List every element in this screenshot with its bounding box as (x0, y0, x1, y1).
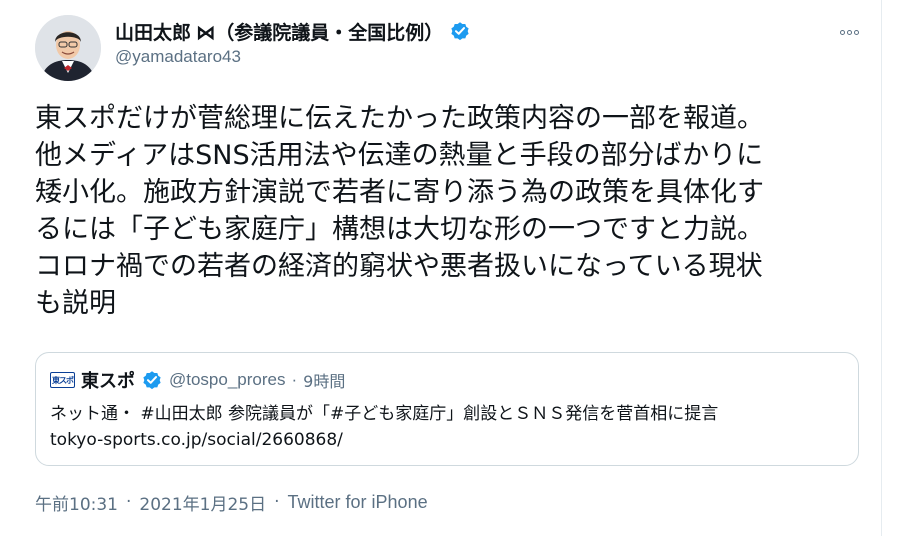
tweet-text-line: も説明 (35, 288, 116, 319)
tweet-date[interactable]: 2021年1月25日 (139, 490, 266, 515)
tweet-text-line: るには「子ども家庭庁」構想は大切な形の一つですと力説。 (35, 214, 764, 245)
author-name-row[interactable]: 山田太郎 ⋈（参議院議員・全国比例） (115, 17, 471, 45)
author-handle[interactable]: @yamadataro43 (115, 47, 241, 67)
avatar-photo (35, 15, 101, 81)
verified-badge-icon (451, 22, 469, 41)
tweet-text-line: コロナ禍での若者の経済的窮状や悪者扱いになっている現状 (35, 251, 763, 282)
verified-badge-icon (143, 371, 161, 390)
quoted-author-name: 東スポ (81, 371, 135, 392)
separator-dot: · (274, 492, 280, 512)
tweet-source[interactable]: Twitter for iPhone (288, 492, 428, 513)
tweet-metadata: 午前10:31 · 2021年1月25日 · Twitter for iPhon… (35, 488, 428, 516)
quoted-tweet-header: 東スポ 東スポ @tospo_prores · 9時間 (50, 367, 345, 393)
quoted-tweet-text-line: ネット通・ #山田太郎 参院議員が「#子ども家庭庁」創設とＳＮＳ発信を菅首相に提… (50, 404, 719, 424)
tweet-text-line: 矮小化。施政方針演説で若者に寄り添う為の政策を具体化す (35, 177, 764, 208)
author-display-name[interactable]: 山田太郎 ⋈（参議院議員・全国比例） (115, 18, 443, 45)
more-options-icon[interactable] (836, 20, 862, 44)
quoted-tweet-card[interactable]: 東スポ 東スポ @tospo_prores · 9時間 ネット通・ #山田太郎 … (35, 352, 859, 466)
quoted-tweet-text: ネット通・ #山田太郎 参院議員が「#子ども家庭庁」創設とＳＮＳ発信を菅首相に提… (50, 401, 850, 453)
tweet-text-line: 他メディアはSNS活用法や伝達の熱量と手段の部分ばかりに (35, 140, 764, 171)
tweet-time[interactable]: 午前10:31 (35, 490, 118, 515)
quoted-tweet-link[interactable]: tokyo-sports.co.jp/social/2660868/ (50, 427, 850, 453)
quoted-tweet-time: 9時間 (303, 372, 346, 391)
tweet-text: 東スポだけが菅総理に伝えたかった政策内容の一部を報道。 他メディアはSNS活用法… (35, 100, 875, 322)
tweet-text-line: 東スポだけが菅総理に伝えたかった政策内容の一部を報道。 (35, 103, 764, 134)
quoted-author-logo-text: 東スポ (52, 375, 74, 385)
separator-dot: · (126, 492, 132, 512)
quoted-author-handle: @tospo_prores (169, 370, 286, 389)
quoted-author-avatar: 東スポ (50, 372, 75, 388)
avatar[interactable] (35, 15, 101, 81)
column-border (881, 0, 882, 536)
separator-dot: · (291, 370, 298, 389)
